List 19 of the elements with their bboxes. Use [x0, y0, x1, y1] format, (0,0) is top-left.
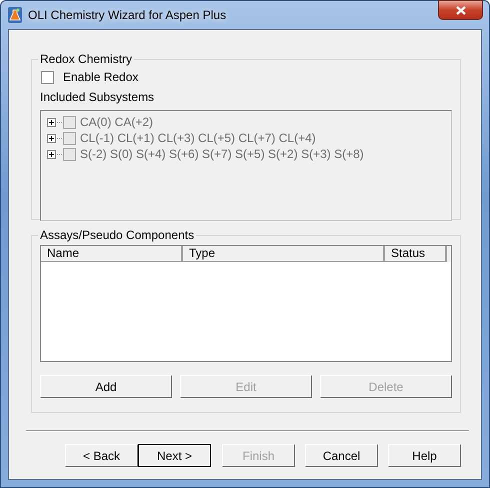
list-label: Included Subsystems	[40, 90, 156, 106]
button[interactable]: Help	[388, 444, 461, 467]
enable-redox-checkbox[interactable]: Enable Redox	[40, 69, 452, 85]
button: Delete	[320, 375, 452, 398]
column-header[interactable]: Status	[385, 246, 447, 262]
group-title: Assays/Pseudo Components	[39, 228, 196, 242]
button[interactable]: Add	[40, 375, 172, 398]
group-title: Redox Chemistry	[39, 52, 134, 66]
button[interactable]: Next >	[138, 444, 211, 467]
button[interactable]: Cancel	[305, 444, 378, 467]
button: Finish	[222, 444, 295, 467]
close-button[interactable]	[438, 0, 483, 20]
column-header[interactable]: Name	[41, 246, 183, 262]
column-header[interactable]: Type	[183, 246, 385, 262]
button: Edit	[180, 375, 312, 398]
flask-icon	[8, 7, 22, 23]
window-title: OLI Chemistry Wizard for Aspen Plus	[28, 8, 226, 22]
button[interactable]: < Back	[65, 444, 138, 467]
close-icon	[456, 6, 466, 14]
